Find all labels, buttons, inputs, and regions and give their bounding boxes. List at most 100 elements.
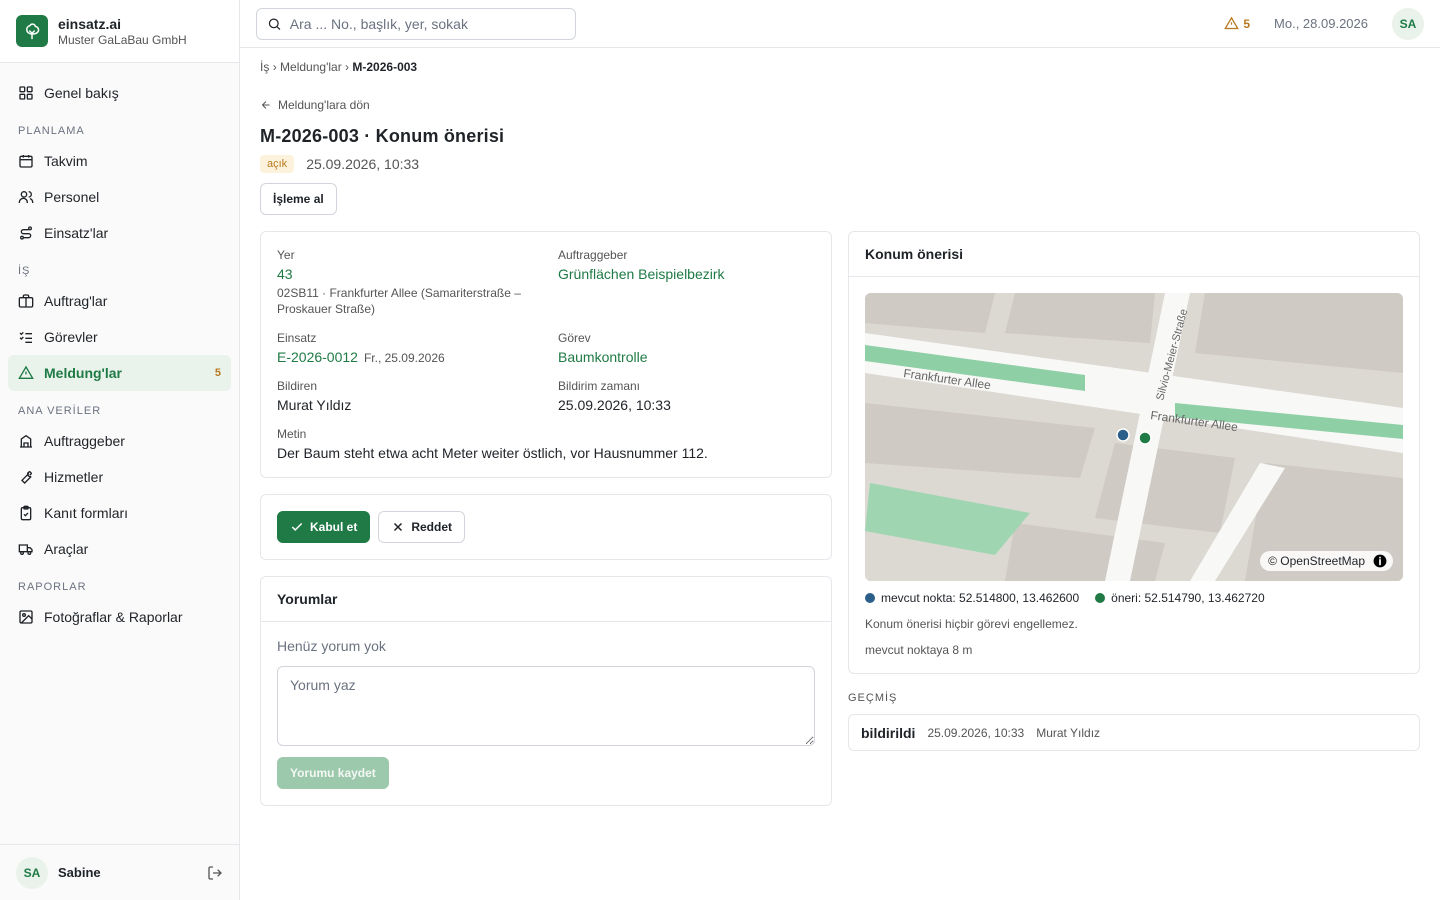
- page-title: M-2026-003 · Konum önerisi: [260, 126, 505, 146]
- reporter-value: Murat Yıldız: [277, 397, 352, 413]
- reject-button[interactable]: Reddet: [378, 511, 466, 543]
- clipboard-icon: [20, 505, 32, 521]
- info-icon[interactable]: [1373, 554, 1387, 568]
- sidebar-item-proof-forms[interactable]: Kanıt formları: [8, 495, 231, 531]
- location-sub: 02SB11 · Frankfurter Allee (Samariterstr…: [277, 286, 521, 316]
- sidebar-item-calendar[interactable]: Takvim: [8, 143, 231, 179]
- history-actor: Murat Yıldız: [1036, 725, 1101, 740]
- sidebar-item-orders[interactable]: Auftrag'lar: [8, 283, 231, 319]
- alert-triangle-icon: [18, 365, 34, 379]
- current-point-marker[interactable]: [1116, 428, 1130, 442]
- task-label: Görev: [558, 331, 591, 345]
- brand-name: einsatz.ai: [58, 15, 122, 32]
- avatar[interactable]: SA: [16, 856, 48, 889]
- grid-icon: [19, 86, 33, 100]
- history-event: bildirildi: [861, 724, 916, 741]
- map-distance: mevcut noktaya 8 m: [865, 643, 973, 657]
- search-icon: [268, 17, 281, 30]
- content: İş › Meldung'lar › M-2026-003 Meldung'la…: [240, 48, 1440, 900]
- breadcrumb-list[interactable]: Meldung'lar: [280, 60, 342, 74]
- checklist-icon: [19, 331, 32, 343]
- reporter-label: Bildiren: [277, 379, 318, 393]
- arrow-left-icon: [261, 101, 270, 109]
- meta-row: açık 25.09.2026, 10:33: [260, 155, 1420, 173]
- sidebar-item-photos[interactable]: Fotoğraflar & Raporlar: [8, 599, 231, 635]
- sidebar-item-vehicles[interactable]: Araçlar: [8, 531, 231, 567]
- location-map[interactable]: Frankfurter Allee Frankfurter Allee Silv…: [865, 293, 1403, 581]
- history-title: GEÇMİŞ: [848, 692, 898, 704]
- client-link[interactable]: Grünflächen Beispielbezirk: [558, 266, 815, 282]
- time-value: 25.09.2026, 10:33: [558, 397, 671, 413]
- sidebar-item-label: Fotoğraflar & Raporlar: [44, 609, 183, 625]
- route-icon: [20, 226, 32, 240]
- process-button[interactable]: İşleme al: [260, 183, 337, 215]
- reject-label: Reddet: [411, 520, 453, 534]
- brand[interactable]: einsatz.ai Muster GaLaBau GmbH: [0, 0, 239, 63]
- save-comment-button[interactable]: Yorumu kaydet: [277, 757, 389, 789]
- details-card: Yer 43 02SB11 · Frankfurter Allee (Samar…: [260, 231, 832, 478]
- sidebar-item-overview[interactable]: Genel bakış: [8, 75, 231, 111]
- breadcrumb-current: M-2026-003: [352, 60, 418, 74]
- location-label: Yer: [277, 248, 295, 262]
- time-label: Bildirim zamanı: [558, 379, 641, 393]
- sidebar-item-label: Genel bakış: [44, 85, 119, 101]
- map-title: Konum önerisi: [849, 232, 1419, 277]
- einsatz-label: Einsatz: [277, 331, 317, 345]
- nav-section-reports: RAPORLAR: [18, 581, 87, 593]
- close-icon: [394, 522, 403, 532]
- brand-org: Muster GaLaBau GmbH: [58, 32, 187, 47]
- map-attribution[interactable]: © OpenStreetMap: [1260, 551, 1393, 571]
- text-value: Der Baum steht etwa acht Meter weiter ös…: [277, 445, 708, 461]
- sidebar-item-label: Auftrag'lar: [44, 293, 108, 309]
- breadcrumb-sep: ›: [272, 60, 277, 74]
- task-link[interactable]: Baumkontrolle: [558, 349, 815, 365]
- client-label: Auftraggeber: [558, 248, 628, 262]
- sidebar-item-label: Einsatz'lar: [44, 225, 109, 241]
- alerts-button[interactable]: 5: [1224, 16, 1250, 31]
- sidebar: einsatz.ai Muster GaLaBau GmbH Genel bak…: [0, 0, 240, 900]
- comment-input[interactable]: [277, 666, 815, 746]
- sidebar-item-label: Meldung'lar: [44, 365, 122, 381]
- accept-label: Kabul et: [310, 520, 358, 534]
- breadcrumb-root[interactable]: İş: [260, 60, 269, 74]
- building-icon: [20, 434, 32, 448]
- search-input[interactable]: [289, 15, 565, 32]
- back-link-label: Meldung'lara dön: [278, 98, 370, 112]
- search-box[interactable]: [256, 7, 576, 40]
- sidebar-item-label: Auftraggeber: [44, 433, 125, 449]
- proposal-point-marker[interactable]: [1138, 431, 1152, 445]
- location-link[interactable]: 43: [277, 266, 558, 282]
- sidebar-item-clients[interactable]: Auftraggeber: [8, 423, 231, 459]
- truck-icon: [18, 544, 33, 555]
- avatar[interactable]: SA: [1392, 7, 1424, 40]
- sidebar-item-label: Takvim: [44, 153, 88, 169]
- current-date: Mo., 28.09.2026: [1274, 16, 1368, 31]
- sidebar-item-services[interactable]: Hizmetler: [8, 459, 231, 495]
- alert-count: 5: [1243, 16, 1251, 31]
- users-icon: [18, 191, 34, 203]
- legend-proposal: öneri: 52.514790, 13.462720: [1095, 591, 1265, 605]
- topbar: 5 Mo., 28.09.2026 SA: [240, 0, 1440, 48]
- legend-current: mevcut nokta: 52.514800, 13.462600: [865, 591, 1079, 605]
- sidebar-item-label: Hizmetler: [44, 469, 104, 485]
- legend-proposal-text: öneri: 52.514790, 13.462720: [1111, 591, 1265, 605]
- map-card: Konum önerisi Frankfurter Allee Frankfur…: [848, 231, 1420, 674]
- back-link[interactable]: Meldung'lara dön: [260, 98, 370, 112]
- actions-card: Kabul et Reddet: [260, 494, 832, 560]
- sidebar-item-einsatze[interactable]: Einsatz'lar: [8, 215, 231, 251]
- einsatz-link[interactable]: E-2026-0012: [277, 349, 358, 365]
- nav-section-planning: PLANLAMA: [18, 125, 85, 137]
- comments-card: Yorumlar Henüz yorum yok Yorumu kaydet: [260, 576, 832, 806]
- accept-button[interactable]: Kabul et: [277, 511, 371, 543]
- sidebar-item-label: Görevler: [44, 329, 98, 345]
- logout-icon[interactable]: [207, 865, 223, 881]
- sidebar-item-tasks[interactable]: Görevler: [8, 319, 231, 355]
- alert-triangle-icon: [1224, 16, 1240, 30]
- created-date: 25.09.2026, 10:33: [306, 156, 420, 172]
- check-icon: [291, 522, 303, 531]
- tree-logo-icon: [16, 15, 48, 47]
- sidebar-item-reports[interactable]: Meldung'lar 5: [8, 355, 231, 391]
- image-icon: [19, 610, 33, 624]
- briefcase-icon: [18, 294, 34, 308]
- sidebar-item-staff[interactable]: Personel: [8, 179, 231, 215]
